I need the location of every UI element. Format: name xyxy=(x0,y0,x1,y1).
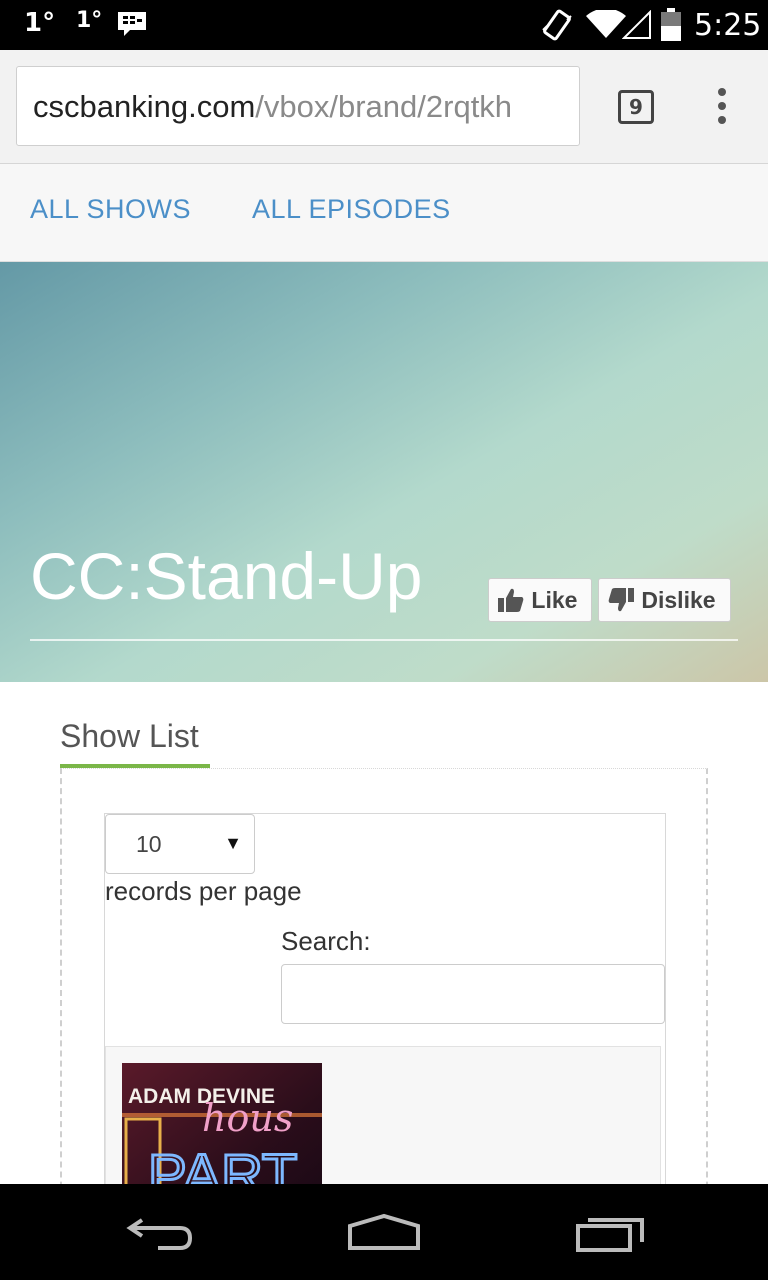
thumbs-down-icon xyxy=(608,587,634,612)
tab-switcher-button[interactable]: 9 xyxy=(618,90,654,124)
battery-icon xyxy=(661,8,681,41)
address-bar[interactable]: cscbanking.com/vbox/brand/2rqtkh xyxy=(16,66,580,146)
show-thumbnail[interactable]: ADAM DEVINE hous PART xyxy=(122,1063,322,1184)
system-nav-bar xyxy=(0,1184,768,1280)
url-path: /vbox/brand/2rqtkh xyxy=(255,89,513,124)
nav-all-episodes[interactable]: ALL EPISODES xyxy=(252,194,451,225)
search-input[interactable] xyxy=(281,964,665,1024)
thumbs-up-icon xyxy=(498,588,524,612)
tab-show-list[interactable]: Show List xyxy=(60,718,199,755)
vibrate-icon xyxy=(542,9,572,41)
dislike-label: Dislike xyxy=(641,587,716,613)
signal-icon xyxy=(622,10,651,39)
weather-temp-1: 1° xyxy=(24,8,56,38)
page-length-value: 10 xyxy=(136,831,162,857)
dislike-button[interactable]: Dislike xyxy=(598,578,731,622)
page-title: CC:Stand-Up xyxy=(30,539,423,613)
poster-line-3: PART xyxy=(148,1143,297,1184)
clock: 5:25 xyxy=(694,8,762,43)
url-domain: cscbanking.com xyxy=(33,89,256,124)
like-label: Like xyxy=(531,587,578,613)
weather-temp-2: 1° xyxy=(76,8,103,33)
main-content: Show List 10 ▼ records per page Search: xyxy=(0,682,768,1184)
page-length-select[interactable]: 10 ▼ xyxy=(105,814,255,874)
recents-icon[interactable] xyxy=(574,1210,646,1254)
nav-all-shows[interactable]: ALL SHOWS xyxy=(30,194,191,225)
back-icon[interactable] xyxy=(124,1210,196,1254)
like-button[interactable]: Like xyxy=(488,578,592,622)
overflow-menu-icon[interactable] xyxy=(712,88,732,128)
home-icon[interactable] xyxy=(346,1210,422,1254)
show-table: 10 ▼ records per page Search: ADAM DEVIN… xyxy=(104,813,666,1184)
search-label: Search: xyxy=(281,926,371,956)
tab-panel: 10 ▼ records per page Search: ADAM DEVIN… xyxy=(60,768,708,1184)
bbm-icon xyxy=(118,12,146,36)
poster-line-2: hous xyxy=(202,1096,293,1140)
status-bar: 1° 1° 5:25 xyxy=(0,0,768,50)
show-poster-image: ADAM DEVINE hous PART xyxy=(122,1063,322,1184)
table-row[interactable]: ADAM DEVINE hous PART xyxy=(105,1046,661,1184)
site-nav: ALL SHOWS ALL EPISODES xyxy=(0,164,768,262)
wifi-icon xyxy=(586,10,626,38)
dropdown-arrow-icon: ▼ xyxy=(224,833,242,853)
show-hero: CC:Stand-Up Like Dislike xyxy=(0,262,768,682)
title-divider xyxy=(30,639,738,641)
records-per-page-label: records per page xyxy=(105,876,302,906)
browser-toolbar: cscbanking.com/vbox/brand/2rqtkh 9 xyxy=(0,50,768,164)
